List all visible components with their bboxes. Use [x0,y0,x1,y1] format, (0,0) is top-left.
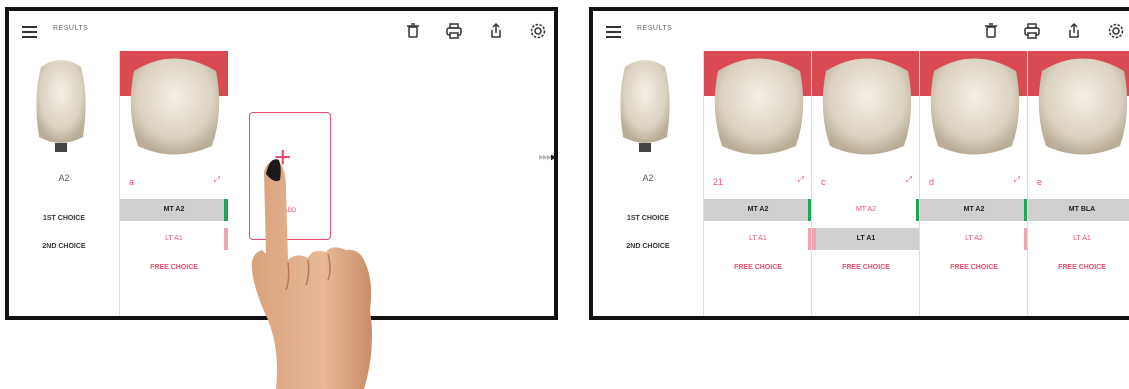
tooth-photo [920,51,1028,155]
top-bar: RESULTS [593,11,1129,51]
second-choice-label: 2ND CHOICE [626,243,670,250]
column-letter: 21 [713,177,724,187]
share-icon[interactable] [1065,22,1083,40]
expand-icon[interactable]: ⤢ [1014,175,1020,185]
top-bar: RESULTS [9,11,554,51]
reference-shade-column: A2 1ST CHOICE 2ND CHOICE [9,51,119,316]
first-choice-value[interactable]: MT A2 [920,199,1028,221]
settings-gear-icon[interactable] [1107,22,1125,40]
free-choice-option[interactable]: FREE CHOICE [704,257,812,279]
hamburger-menu-icon[interactable] [22,26,37,38]
first-choice-value[interactable]: MT BLA [1028,199,1129,221]
expand-icon[interactable]: ⤢ [214,175,220,185]
reference-shade-name: A2 [58,173,70,183]
trash-icon[interactable] [982,22,1000,40]
second-choice-value[interactable]: LT A1 [812,228,920,250]
expand-icon[interactable]: ⤢ [798,175,804,185]
second-choice-value[interactable]: LT A1 [704,228,812,250]
second-choice-label: 2ND CHOICE [42,243,86,250]
column-letter: c [821,177,826,187]
second-choice-value[interactable]: LT A1 [1028,228,1129,250]
page-title: RESULTS [53,25,89,32]
print-icon[interactable] [445,22,463,40]
reference-shade-name: A2 [642,173,654,183]
first-choice-value[interactable]: MT A2 [704,199,812,221]
free-choice-option[interactable]: FREE CHOICE [812,257,920,279]
status-bar-pink [812,228,816,250]
tooth-photo [1028,51,1129,155]
first-choice-label: 1ST CHOICE [626,215,669,222]
share-icon[interactable] [487,22,505,40]
hamburger-menu-icon[interactable] [606,26,621,38]
transition-arrows: ▸▸▸▸ [539,152,556,163]
tooth-photo [704,51,812,155]
column-letter: e [1037,177,1043,187]
free-choice-option[interactable]: FREE CHOICE [1028,257,1129,279]
second-choice-value[interactable]: LT A1 [120,228,228,250]
reference-shade-column: A2 1ST CHOICE 2ND CHOICE [593,51,703,316]
column-letter: a [129,177,135,187]
first-choice-value[interactable]: MT A2 [120,199,228,221]
trash-icon[interactable] [404,22,422,40]
print-icon[interactable] [1023,22,1041,40]
expand-icon[interactable]: ⤢ [906,175,912,185]
first-choice-value[interactable]: MT A2 [812,199,920,221]
tooth-column[interactable]: d ⤢ MT A2 LT A2 FREE CHOICE [919,51,1028,316]
free-choice-option[interactable]: FREE CHOICE [920,257,1028,279]
tooth-photo [812,51,920,155]
reference-tooth-image [36,60,86,152]
settings-gear-icon[interactable] [529,22,547,40]
tablet-screen-after: RESULTS A2 1ST CHOICE 2ND CHOICE 21 ⤢ MT… [589,7,1129,320]
free-choice-option[interactable]: FREE CHOICE [120,257,228,279]
status-bar-green [224,199,228,221]
tooth-column[interactable]: e MT BLA LT A1 FREE CHOICE [1027,51,1129,316]
tooth-column[interactable]: a ⤢ MT A2 LT A1 FREE CHOICE [119,51,228,316]
second-choice-value[interactable]: LT A2 [920,228,1028,250]
column-letter: d [929,177,935,187]
tooth-column[interactable]: 21 ⤢ MT A2 LT A1 FREE CHOICE [703,51,812,316]
reference-tooth-image [620,60,670,152]
first-choice-label: 1ST CHOICE [42,215,85,222]
pointing-hand-image [251,159,372,389]
status-bar-pink [224,228,228,250]
page-title: RESULTS [637,25,673,32]
tooth-column[interactable]: c ⤢ MT A2 LT A1 FREE CHOICE [811,51,920,316]
tooth-photo [120,51,228,155]
